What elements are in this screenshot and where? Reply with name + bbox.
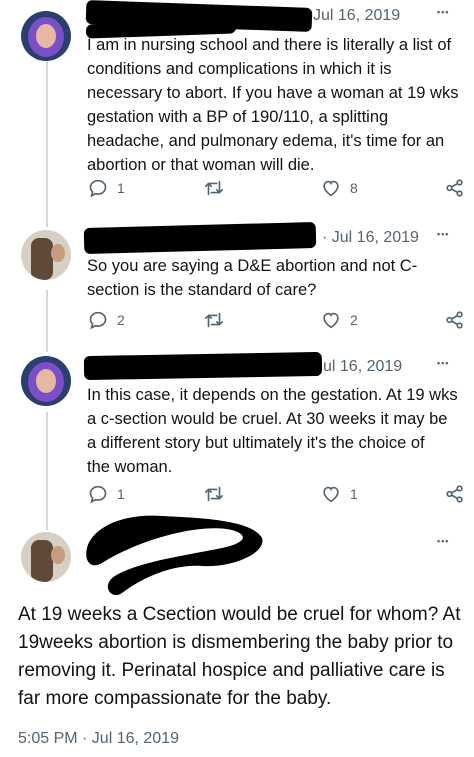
main-tweet-text: At 19 weeks a Csection would be cruel fo… [18, 601, 468, 713]
retweet-icon [204, 180, 224, 196]
tweet-text: In this case, it depends on the gestatio… [87, 383, 467, 479]
retweet-button[interactable] [203, 483, 225, 505]
like-icon [323, 486, 339, 503]
tweet-line: conditions and complications in which it… [87, 60, 392, 78]
redacted-name-scribble [86, 515, 263, 596]
retweet-icon [204, 312, 224, 328]
tweet-line: removing it. Perinatal hospice and palli… [18, 660, 445, 681]
tweet-date[interactable]: Jul 16, 2019 [313, 7, 400, 25]
redacted-name [83, 221, 317, 255]
tweet-text: I am in nursing school and there is lite… [87, 33, 467, 177]
retweet-button[interactable] [203, 177, 225, 199]
like-icon [323, 312, 339, 329]
tweet-line: abortion or that woman will die. [87, 156, 315, 174]
tweet-date[interactable]: ul 16, 2019 [323, 358, 402, 376]
more-options-icon[interactable]: ••• [437, 358, 449, 368]
avatar[interactable] [21, 230, 71, 280]
tweet-line: headache, and pulmonary edema, it's time… [87, 132, 445, 150]
share-button[interactable] [444, 177, 466, 199]
tweet-line: I am in nursing school and there is lite… [87, 36, 452, 54]
share-icon [446, 179, 463, 197]
like-icon [323, 180, 339, 197]
avatar[interactable] [21, 356, 71, 406]
tweet-line: a different story but ultimately it's th… [87, 434, 425, 452]
redacted-name [83, 351, 323, 381]
share-icon [446, 485, 463, 503]
tweet-line: So you are saying a D&E abortion and not… [87, 257, 418, 275]
thread-connector [46, 62, 48, 227]
avatar[interactable] [21, 11, 71, 61]
thread-connector [46, 412, 48, 530]
like-button[interactable]: 2 [320, 309, 358, 331]
tweet-line: necessary to abort. If you have a woman … [87, 84, 459, 102]
thread-connector [46, 290, 48, 352]
tweet-text: So you are saying a D&E abortion and not… [87, 254, 467, 302]
reply-button[interactable]: 1 [87, 177, 125, 199]
reply-icon [89, 311, 107, 330]
tweet-line: far more compassionate for the baby. [18, 688, 332, 709]
reply-icon [89, 485, 107, 504]
share-button[interactable] [444, 483, 466, 505]
reply-button[interactable]: 2 [87, 309, 125, 331]
tweet-line: a c-section would be cruel. At 30 weeks … [87, 410, 448, 428]
tweet-line: section is the standard of care? [87, 281, 317, 299]
like-button[interactable]: 8 [320, 177, 358, 199]
more-options-icon[interactable]: ••• [437, 536, 449, 546]
tweet-line: the woman. [87, 458, 173, 476]
like-count: 8 [350, 180, 358, 196]
retweet-button[interactable] [203, 309, 225, 331]
avatar[interactable] [21, 532, 71, 582]
like-count: 2 [350, 312, 358, 328]
share-icon [446, 311, 463, 329]
tweet-line: In this case, it depends on the gestatio… [87, 386, 458, 404]
tweet-line: 19weeks abortion is dismembering the bab… [18, 632, 454, 653]
reply-count: 2 [117, 312, 125, 328]
more-options-icon[interactable]: ••• [437, 229, 449, 239]
reply-icon [89, 179, 107, 198]
reply-count: 1 [117, 180, 125, 196]
retweet-icon [204, 486, 224, 502]
reply-button[interactable]: 1 [87, 483, 125, 505]
tweet-date[interactable]: · Jul 16, 2019 [322, 229, 419, 247]
tweet-line: gestation with a BP of 190/110, a splitt… [87, 108, 389, 126]
share-button[interactable] [444, 309, 466, 331]
reply-count: 1 [117, 486, 125, 502]
tweet-timestamp[interactable]: 5:05 PM · Jul 16, 2019 [18, 730, 179, 748]
like-button[interactable]: 1 [320, 483, 358, 505]
tweet-line: At 19 weeks a Csection would be cruel fo… [18, 604, 461, 625]
like-count: 1 [350, 486, 358, 502]
more-options-icon[interactable]: ••• [437, 7, 449, 17]
